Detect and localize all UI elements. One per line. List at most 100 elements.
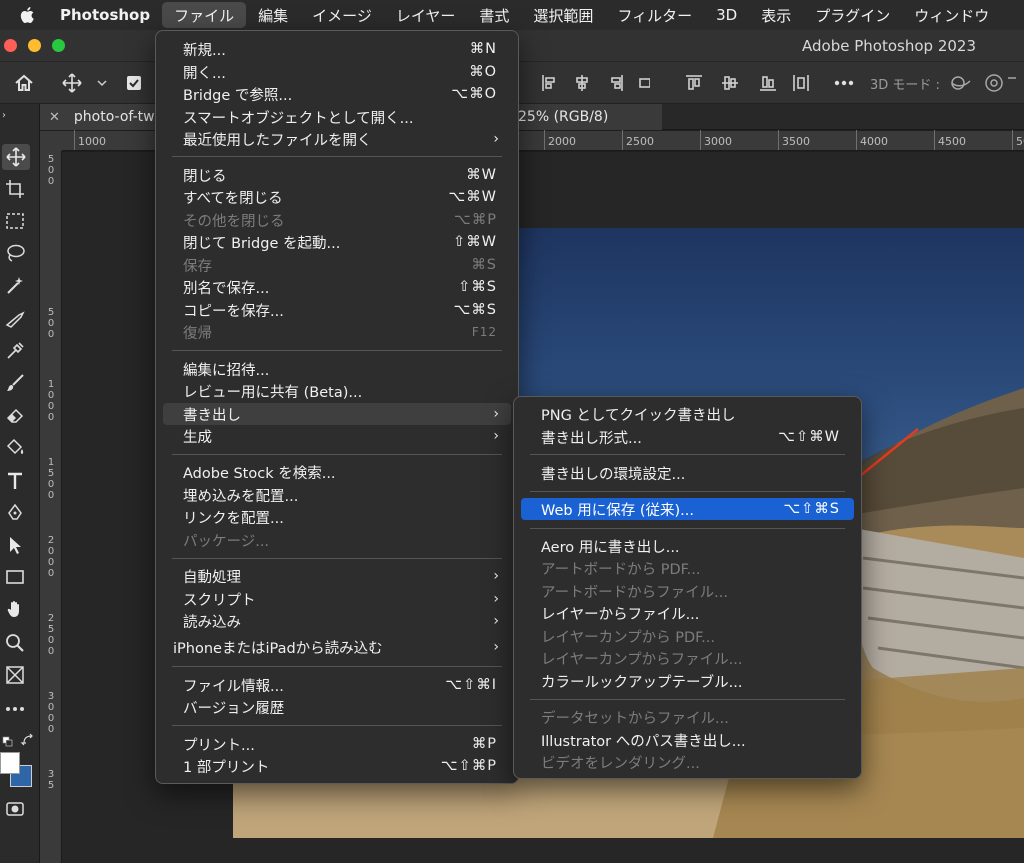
menu-item-open-as-smart-object[interactable]: スマートオブジェクトとして開く... [163, 106, 511, 128]
type-tool-icon[interactable] [4, 470, 26, 492]
apple-icon[interactable] [0, 0, 54, 30]
menu-item-open-recent[interactable]: 最近使用したファイルを開く › [163, 128, 511, 150]
lasso-tool-icon[interactable] [4, 242, 26, 264]
menu-item-export-for-aero[interactable]: Aero 用に書き出し... [521, 535, 854, 557]
submenu-chevron-icon: › [493, 568, 499, 584]
rectangle-tool-icon[interactable] [4, 566, 26, 588]
ruler-tick-label: 0 [47, 557, 55, 568]
menu-item-close[interactable]: 閉じる ⌘W [163, 164, 511, 186]
menu-item-file-info[interactable]: ファイル情報... ⌥⇧⌘I [163, 674, 511, 696]
ruler-tick-label: 5 [47, 307, 55, 318]
ruler-tick-label: 0 [47, 713, 55, 724]
move-tool-preset-icon[interactable] [60, 72, 110, 94]
menubar-item-type[interactable]: 書式 [467, 0, 521, 30]
frame-tool-icon[interactable] [4, 664, 26, 686]
menu-item-import-from-iphone-ipad[interactable]: iPhoneまたはiPadから読み込む › [163, 636, 511, 658]
menubar-item-window[interactable]: ウィンドウ [902, 0, 1001, 30]
menu-item-export-as[interactable]: 書き出し形式... ⌥⇧⌘W [521, 426, 854, 448]
menubar-item-plugins[interactable]: プラグイン [803, 0, 902, 30]
menubar-item-3d[interactable]: 3D [704, 0, 749, 30]
menu-item-import[interactable]: 読み込み › [163, 610, 511, 632]
menu-separator [172, 454, 502, 455]
ruler-tick-label: 0 [47, 165, 55, 176]
menu-item-scripts[interactable]: スクリプト › [163, 588, 511, 610]
eraser-tool-icon[interactable] [4, 404, 26, 426]
auto-select-checkbox[interactable] [124, 72, 144, 94]
menu-item-artboards-to-pdf: アートボードから PDF... [541, 561, 701, 578]
vertical-ruler: 5 0 0 5 0 0 1 0 0 0 1 5 0 0 2 0 0 0 2 5 … [40, 151, 62, 863]
more-options-icon[interactable] [832, 72, 856, 94]
menu-item-save-for-web-legacy[interactable]: Web 用に保存 (従来)... ⌥⇧⌘S [521, 498, 854, 520]
close-tab-icon[interactable]: ✕ [49, 110, 60, 125]
minimize-window-button[interactable] [28, 39, 41, 52]
menu-item-export-preferences[interactable]: 書き出しの環境設定... [521, 462, 854, 484]
submenu-chevron-icon: › [493, 428, 499, 444]
quick-mask-icon[interactable] [4, 798, 26, 820]
pen-tool-icon[interactable] [4, 502, 26, 524]
menubar-item-select[interactable]: 選択範囲 [521, 0, 605, 30]
crop-tool-icon[interactable] [4, 308, 26, 330]
menu-item-invite-to-edit[interactable]: 編集に招待... [163, 358, 511, 380]
magic-wand-tool-icon[interactable] [4, 274, 26, 296]
paint-bucket-tool-icon[interactable] [4, 436, 26, 458]
edit-toolbar-icon[interactable] [4, 698, 26, 720]
menu-item-layers-to-files[interactable]: レイヤーからファイル... [521, 602, 854, 624]
menu-item-save-a-copy[interactable]: コピーを保存... ⌥⌘S [163, 299, 511, 321]
menu-item-open[interactable]: 開く... ⌘O [163, 61, 511, 83]
default-colors-icon[interactable] [2, 732, 36, 747]
menu-item-print-one-copy[interactable]: 1 部プリント ⌥⇧⌘P [163, 755, 511, 777]
document-tab-2[interactable]: 25% (RGB/8) [516, 104, 662, 130]
menu-separator [172, 725, 502, 726]
marquee-tool-icon[interactable] [4, 210, 26, 232]
collapse-toolbar-icon[interactable]: › [2, 110, 6, 121]
move-tool-icon[interactable] [2, 144, 30, 170]
ruler-tick-label: 5 [47, 468, 55, 479]
menubar-item-filter[interactable]: フィルター [605, 0, 704, 30]
menu-item-search-adobe-stock[interactable]: Adobe Stock を検索... [163, 461, 511, 483]
menu-item-print[interactable]: プリント... ⌘P [163, 733, 511, 755]
zoom-tool-icon[interactable] [4, 632, 26, 654]
menu-item-place-linked[interactable]: リンクを配置... [163, 506, 511, 528]
menubar-item-image[interactable]: イメージ [300, 0, 384, 30]
path-selection-tool-icon[interactable] [4, 534, 26, 556]
submenu-chevron-icon: › [493, 131, 499, 147]
menubar-item-edit[interactable]: 編集 [246, 0, 300, 30]
menubar-app-name[interactable]: Photoshop [54, 0, 162, 30]
menu-item-close-and-go-to-bridge[interactable]: 閉じて Bridge を起動... ⇧⌘W [163, 231, 511, 253]
zoom-window-button[interactable] [52, 39, 65, 52]
foreground-color-swatch[interactable] [0, 752, 20, 774]
menu-item-quick-export-png[interactable]: PNG としてクイック書き出し [521, 403, 854, 425]
menu-item-share-for-review[interactable]: レビュー用に共有 (Beta)... [163, 380, 511, 402]
menu-item-save-as[interactable]: 別名で保存... ⇧⌘S [163, 276, 511, 298]
3d-orbit-icons[interactable] [950, 72, 1016, 94]
menu-item-paths-to-illustrator[interactable]: Illustrator へのパス書き出し... [521, 729, 854, 751]
hand-tool-icon[interactable] [4, 598, 26, 620]
menu-item-data-sets-to-files: データセットからファイル... [541, 710, 729, 727]
eyedropper-tool-icon[interactable] [4, 340, 26, 362]
menu-item-version-history[interactable]: バージョン履歴 [163, 696, 511, 718]
ruler-tick-label: 3 [47, 691, 55, 702]
menu-item-generate[interactable]: 生成 › [163, 425, 511, 447]
menubar-item-layer[interactable]: レイヤー [384, 0, 468, 30]
home-icon[interactable] [12, 72, 36, 94]
distribute-icons[interactable] [684, 72, 812, 94]
brush-tool-icon[interactable] [4, 372, 26, 394]
menu-item-browse-in-bridge[interactable]: Bridge で参照... ⌥⌘O [163, 83, 511, 105]
menu-item-automate[interactable]: 自動処理 › [163, 565, 511, 587]
menubar-item-view[interactable]: 表示 [749, 0, 803, 30]
ruler-tick-label: 0 [47, 479, 55, 490]
menubar-item-file[interactable]: ファイル [162, 2, 247, 28]
menu-item-export[interactable]: 書き出し › [163, 403, 511, 425]
document-tab-1[interactable]: ✕ photo-of-tw [40, 104, 156, 130]
artboard-tool-icon[interactable] [4, 178, 26, 200]
menu-separator [530, 528, 845, 529]
close-window-button[interactable] [4, 39, 17, 52]
ruler-tick-label: 2500 [626, 135, 654, 148]
align-icons[interactable] [540, 72, 650, 94]
menu-item-place-embedded[interactable]: 埋め込みを配置... [163, 484, 511, 506]
ruler-tick-label: 0 [47, 646, 55, 657]
ruler-tick-label: 0 [47, 412, 55, 423]
menu-item-color-lookup-tables[interactable]: カラールックアップテーブル... [521, 670, 854, 692]
menu-item-close-all[interactable]: すべてを閉じる ⌥⌘W [163, 186, 511, 208]
menu-item-new[interactable]: 新規... ⌘N [163, 38, 511, 60]
